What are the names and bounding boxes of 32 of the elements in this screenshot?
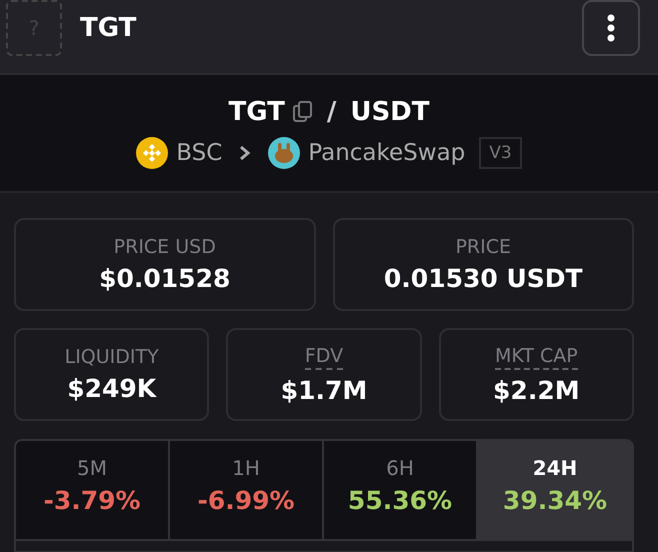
- stat-value: $1.7M: [280, 376, 368, 404]
- stat-label: FDV: [304, 344, 344, 370]
- stat-value: $0.01528: [99, 264, 230, 293]
- stat-label: PRICE USD: [114, 236, 216, 258]
- stat-label: MKT CAP: [494, 344, 578, 370]
- timeframe-tab[interactable]: 6H 55.36%: [324, 441, 478, 541]
- base-token: TGT: [228, 97, 285, 127]
- price-change: 55.36%: [348, 486, 452, 515]
- quote-token: USDT: [350, 97, 430, 127]
- chain-name[interactable]: BSC: [176, 140, 222, 166]
- dex-logo-icon: [268, 137, 300, 169]
- dex-name[interactable]: PancakeSwap: [308, 140, 466, 166]
- version-badge: V3: [479, 137, 522, 169]
- question-mark: ?: [28, 16, 40, 40]
- stat-value: $2.2M: [493, 376, 580, 404]
- more-icon: [606, 14, 616, 42]
- timeframe-tab[interactable]: 24H 39.34%: [478, 441, 632, 541]
- stat-value: $249K: [67, 374, 156, 403]
- timeframe-tab[interactable]: 1H -6.99%: [170, 441, 324, 541]
- copy-icon[interactable]: [292, 101, 313, 123]
- menu-button[interactable]: [582, 0, 640, 56]
- pair-separator: /: [326, 97, 336, 127]
- chevron-icon: [238, 144, 252, 162]
- price-change: 39.34%: [502, 486, 608, 515]
- chain-logo-icon: [136, 137, 168, 169]
- price-change: -6.99%: [197, 486, 295, 515]
- token-title: TGT: [80, 12, 138, 42]
- stat-label: LIQUIDITY: [64, 346, 159, 368]
- timeframe-tab[interactable]: 5M -3.79%: [16, 441, 170, 541]
- price-change: -3.79%: [43, 486, 141, 515]
- stat-value: 0.01530 USDT: [384, 264, 583, 293]
- stat-label: PRICE: [455, 236, 512, 258]
